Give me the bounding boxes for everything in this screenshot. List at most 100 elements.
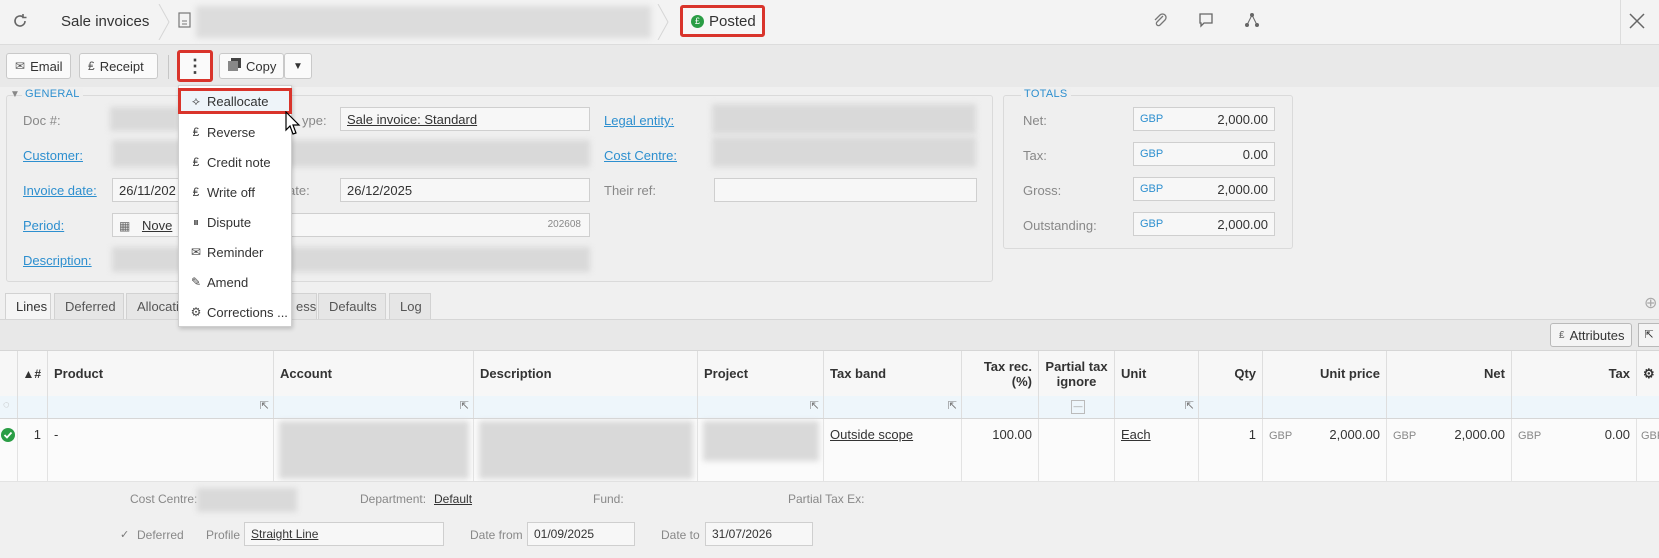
row-overflow: GBF [1636,419,1659,481]
receipt-button[interactable]: ₤ Receipt [79,53,158,79]
filter-unit[interactable]: ⇱ [1114,396,1198,418]
tab-deferred[interactable]: Deferred [54,293,124,319]
period-link[interactable]: Period: [23,218,64,233]
status-badge: £ Posted [680,5,765,37]
calendar-icon[interactable]: ▦ [119,219,130,233]
net-col-header[interactable]: Net [1386,351,1511,396]
filter-partial-tax[interactable]: — [1038,396,1114,418]
table-row[interactable]: 1 - Outside scope 100.00 Each 1 GBP 2,00… [0,419,1659,482]
num-col-header[interactable]: ▲# [17,351,47,396]
tax-rec-col-header[interactable]: Tax rec. (%) [961,351,1038,396]
email-button[interactable]: ✉ Email [6,53,71,79]
description-col-header[interactable]: Description [473,351,697,396]
filter-num[interactable] [17,396,47,418]
row-account[interactable] [273,419,473,481]
tab-lines[interactable]: Lines [5,293,51,319]
date-to-field[interactable]: 31/07/2026 [705,522,813,546]
menu-item[interactable]: ⏸ Dispute [179,208,291,236]
due-date-field[interactable]: 26/12/2025 [340,178,590,202]
menu-item[interactable]: ₤ Reverse [179,118,291,146]
close-icon[interactable] [1627,12,1647,32]
popout-icon[interactable]: ⇱ [460,399,469,412]
row-partial-tax[interactable] [1038,419,1114,481]
filter-account[interactable]: ⇱ [273,396,473,418]
partial-tax-col-header[interactable]: Partial tax ignore [1038,351,1114,396]
filter-tax[interactable] [1511,396,1636,418]
popout-icon[interactable]: ⇱ [948,399,957,412]
pound-icon: £ [691,14,704,28]
profile-field[interactable]: Straight Line [244,522,444,546]
filter-description[interactable] [473,396,697,418]
filter-unit-price[interactable] [1262,396,1386,418]
menu-item[interactable]: ✉ Reminder [179,238,291,266]
deferred-checkbox[interactable]: ✓ [120,528,129,541]
tab-allocations[interactable]: Allocati [126,293,186,319]
filter-project[interactable]: ⇱ [697,396,823,418]
refresh-icon[interactable] [10,12,30,32]
department-link[interactable]: Default [434,492,472,506]
their-ref-field[interactable] [714,178,977,202]
invoice-date-field[interactable]: 26/11/202 [112,178,182,202]
breadcrumb-separator [657,4,669,40]
menu-item[interactable]: ⚙ Corrections ... [179,298,291,326]
copy-button[interactable]: Copy [219,53,284,79]
copy-dropdown-button[interactable]: ▼ [284,53,312,79]
legal-entity-link[interactable]: Legal entity: [604,113,674,128]
document-icon [175,12,195,32]
totals-amount: 2,000.00 [1217,217,1268,232]
row-product[interactable]: - [47,419,273,481]
app-title: Sale invoices [61,13,150,30]
currency-code: GBP [1518,430,1542,442]
popout-button[interactable]: ⇱ [1638,323,1659,347]
unit-price-col-header[interactable]: Unit price [1262,351,1386,396]
pound-undo-icon: ₤ [192,185,200,199]
filter-select-icon[interactable]: ◌ [0,396,17,418]
filter-product[interactable]: ⇱ [47,396,273,418]
attributes-button[interactable]: ₤ Attributes [1550,323,1632,347]
tax-band-col-header[interactable]: Tax band [823,351,961,396]
menu-item[interactable]: ✎ Amend [179,268,291,296]
add-tab-icon[interactable]: ⊕ [1644,293,1657,313]
comment-icon[interactable] [1196,12,1216,32]
customer-link[interactable]: Customer: [23,148,83,163]
date-from-field[interactable]: 01/09/2025 [527,522,635,546]
invoice-date-link[interactable]: Invoice date: [23,183,97,198]
type-field[interactable]: Sale invoice: Standard [340,107,590,131]
more-actions-button[interactable]: ⋮ [177,50,213,82]
project-col-header[interactable]: Project [697,351,823,396]
menu-item-label: Reallocate [207,93,269,109]
popout-icon[interactable]: ⇱ [1185,399,1194,412]
unit-col-header[interactable]: Unit [1114,351,1198,396]
tax-col-header[interactable]: Tax [1511,351,1636,396]
menu-item[interactable]: ₤ Write off [179,178,291,206]
menu-item[interactable]: ₤ Credit note [179,148,291,176]
share-icon[interactable] [1242,12,1262,32]
product-col-header[interactable]: Product [47,351,273,396]
description-redacted [479,421,693,479]
filter-tax-band[interactable]: ⇱ [823,396,961,418]
account-col-header[interactable]: Account [273,351,473,396]
row-project[interactable] [697,419,823,481]
tab-defaults[interactable]: Defaults [318,293,386,319]
menu-item[interactable]: ⟡ Reallocate [178,88,292,114]
description-link[interactable]: Description: [23,253,92,268]
collapse-chevron-icon[interactable]: ▼ [10,89,20,100]
pause-icon: ⏸ [192,214,199,229]
popout-icon[interactable]: ⇱ [260,399,269,412]
attributes-icon: ₤ [1559,329,1565,341]
grid-settings-icon[interactable]: ⚙ [1636,351,1659,396]
paperclip-icon[interactable] [1150,12,1170,32]
row-tax-band[interactable]: Outside scope [823,419,961,481]
tax-value: 0.00 [1604,427,1630,442]
row-description[interactable] [473,419,697,481]
popout-icon[interactable]: ⇱ [810,399,819,412]
filter-tax-rec[interactable] [961,396,1038,418]
filter-qty[interactable] [1198,396,1262,418]
cost-centre-link[interactable]: Cost Centre: [604,148,677,163]
row-unit[interactable]: Each [1114,419,1198,481]
indeterminate-checkbox[interactable]: — [1071,400,1085,414]
filter-net[interactable] [1386,396,1511,418]
attributes-label: Attributes [1569,327,1625,343]
qty-col-header[interactable]: Qty [1198,351,1262,396]
tab-log[interactable]: Log [389,293,431,319]
